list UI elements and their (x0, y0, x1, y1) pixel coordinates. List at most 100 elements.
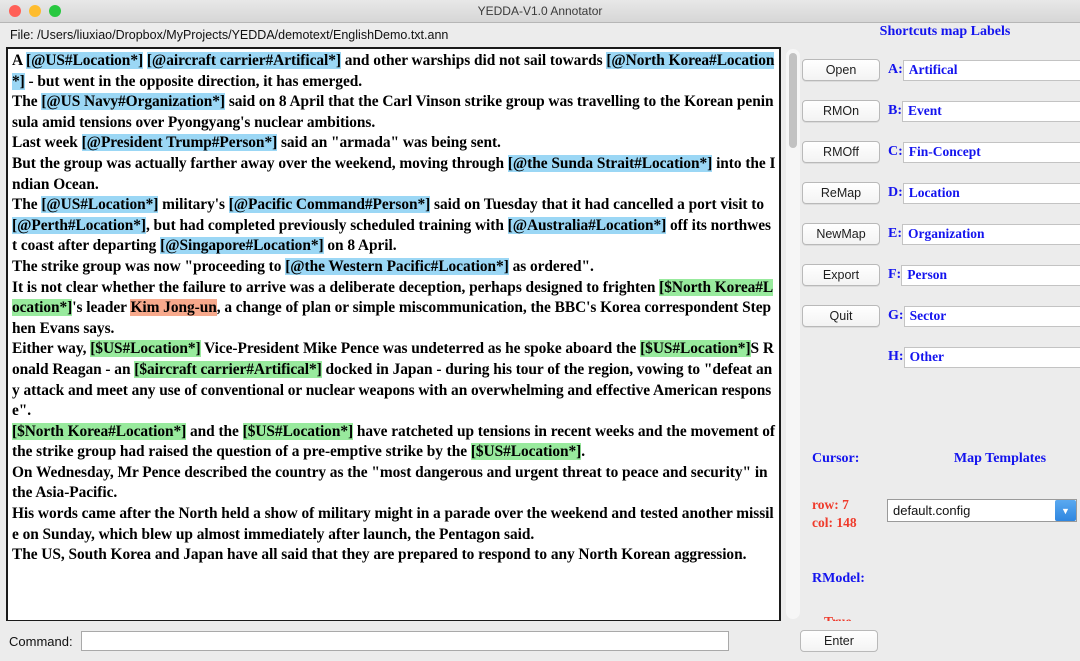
label-field-organization[interactable] (902, 224, 1080, 245)
plain-text-run: A (12, 52, 26, 69)
plain-text-run: It is not clear whether the failure to a… (12, 279, 659, 296)
annotated-span-blue[interactable]: [@Australia#Location*] (508, 217, 667, 234)
plain-text-run: The US, South Korea and Japan have all s… (12, 546, 746, 563)
shortcut-key-f: F: (888, 267, 901, 283)
command-label: Command: (9, 634, 73, 649)
plain-text-run: Last week (12, 134, 82, 151)
enter-button[interactable]: Enter (800, 630, 878, 652)
plain-text-run: The strike group was now "proceeding to (12, 258, 285, 275)
plain-text-run: His words came after the North held a sh… (12, 505, 774, 543)
map-template-select[interactable]: default.config ▼ (887, 499, 1077, 522)
label-shortcut-row: B: (888, 100, 1078, 122)
annotated-span-blue[interactable]: [@Singapore#Location*] (160, 237, 323, 254)
label-field-fin-concept[interactable] (903, 142, 1080, 163)
rmodel-heading: RModel: (812, 571, 865, 587)
annotated-text-content[interactable]: A [@US#Location*] [@aircraft carrier#Art… (8, 49, 779, 566)
shortcut-key-d: D: (888, 185, 903, 201)
window-titlebar: YEDDA-V1.0 Annotator (0, 0, 1080, 23)
plain-text-run: - but went in the opposite direction, it… (25, 73, 362, 90)
shortcut-key-g: G: (888, 308, 904, 324)
button-open[interactable]: Open (802, 59, 880, 81)
label-shortcut-row: E: (888, 223, 1078, 245)
annotated-span-blue[interactable]: [@US#Location*] (41, 196, 158, 213)
annotation-text-pane[interactable]: A [@US#Location*] [@aircraft carrier#Art… (6, 47, 781, 622)
plain-text-run: military's (158, 196, 228, 213)
shortcuts-map-labels-heading: Shortcuts map Labels (820, 24, 1070, 40)
label-shortcut-row: H: (888, 346, 1078, 368)
command-input[interactable] (81, 631, 729, 651)
annotated-span-blue[interactable]: [@President Trump#Person*] (82, 134, 278, 151)
button-quit[interactable]: Quit (802, 305, 880, 327)
minimize-button-icon[interactable] (29, 5, 41, 17)
label-field-sector[interactable] (904, 306, 1080, 327)
plain-text-run: said on Tuesday that it had cancelled a … (430, 196, 768, 213)
plain-text-run: Either way, (12, 340, 90, 357)
label-field-artifical[interactable] (903, 60, 1080, 81)
label-shortcut-row: D: (888, 182, 1078, 204)
button-remap[interactable]: ReMap (802, 182, 880, 204)
annotated-span-blue[interactable]: [@the Sunda Strait#Location*] (508, 155, 712, 172)
file-path-label: File: /Users/liuxiao/Dropbox/MyProjects/… (10, 28, 448, 42)
plain-text-run: On Wednesday, Mr Pence described the cou… (12, 464, 771, 502)
yedda-annotator-window: YEDDA-V1.0 Annotator File: /Users/liuxia… (0, 0, 1080, 661)
plain-text-run: said an "armada" was being sent. (277, 134, 501, 151)
right-control-panel: Open RMOn RMOff ReMap NewMap Export Quit A: B: C… (802, 47, 1080, 610)
shortcut-key-c: C: (888, 144, 903, 160)
label-field-event[interactable] (902, 101, 1080, 122)
plain-text-run: The (12, 196, 41, 213)
plain-text-run: on 8 April. (324, 237, 397, 254)
button-newmap[interactable]: NewMap (802, 223, 880, 245)
plain-text-run: and other warships did not sail towards (341, 52, 606, 69)
label-field-person[interactable] (901, 265, 1080, 286)
annotated-span-green[interactable]: [$US#Location*] (90, 340, 200, 357)
button-rmon[interactable]: RMOn (802, 100, 880, 122)
chevron-down-icon[interactable]: ▼ (1055, 500, 1076, 521)
annotated-span-blue[interactable]: [@the Western Pacific#Location*] (285, 258, 509, 275)
annotated-span-green[interactable]: [$US#Location*] (640, 340, 750, 357)
file-path-bar: File: /Users/liuxiao/Dropbox/MyProjects/… (0, 23, 1080, 47)
annotated-span-green[interactable]: [$North Korea#Location*] (12, 423, 186, 440)
shortcut-key-h: H: (888, 349, 904, 365)
cursor-col-value: col: 148 (812, 514, 857, 532)
plain-text-run: The (12, 93, 41, 110)
text-vertical-scrollbar[interactable] (786, 49, 800, 619)
annotated-span-blue[interactable]: [@US Navy#Organization*] (41, 93, 225, 110)
annotated-span-blue[interactable]: [@aircraft carrier#Artifical*] (147, 52, 341, 69)
shortcut-key-b: B: (888, 103, 902, 119)
cursor-position-readout: row: 7 col: 148 (812, 496, 857, 532)
annotated-span-blue[interactable]: [@US#Location*] (26, 52, 143, 69)
close-button-icon[interactable] (9, 5, 21, 17)
shortcut-key-a: A: (888, 62, 903, 78)
label-shortcut-row: C: (888, 141, 1078, 163)
plain-text-run: Vice-President Mike Pence was undeterred… (201, 340, 640, 357)
map-template-selected-value: default.config (888, 503, 1055, 518)
zoom-button-icon[interactable] (49, 5, 61, 17)
action-button-column: Open RMOn RMOff ReMap NewMap Export Quit (802, 59, 882, 346)
main-body: A [@US#Location*] [@aircraft carrier#Art… (0, 47, 1080, 610)
annotated-span-blue[interactable]: [@Perth#Location*] (12, 217, 146, 234)
button-rmoff[interactable]: RMOff (802, 141, 880, 163)
plain-text-run: , but had completed previously scheduled… (146, 217, 508, 234)
plain-text-run: . (581, 443, 585, 460)
label-field-other[interactable] (904, 347, 1080, 368)
plain-text-run: But the group was actually farther away … (12, 155, 508, 172)
plain-text-run: 's leader (72, 299, 130, 316)
map-templates-heading: Map Templates (920, 451, 1080, 467)
annotated-span-sel[interactable]: Kim Jong-un (130, 299, 216, 316)
plain-text-run: and the (186, 423, 242, 440)
label-shortcut-row: A: (888, 59, 1078, 81)
label-field-location[interactable] (903, 183, 1080, 204)
cursor-heading: Cursor: (812, 451, 859, 467)
traffic-light-group (9, 5, 61, 17)
label-shortcut-row: G: (888, 305, 1078, 327)
label-shortcut-row: F: (888, 264, 1078, 286)
label-shortcut-column: A: B: C: D: E: F: G: H: (888, 59, 1078, 387)
annotated-span-green[interactable]: [$US#Location*] (471, 443, 581, 460)
command-bar: Command: Enter (0, 621, 1080, 661)
plain-text-run: as ordered". (509, 258, 594, 275)
annotated-span-green[interactable]: [$aircraft carrier#Artifical*] (134, 361, 322, 378)
scrollbar-thumb[interactable] (789, 53, 797, 148)
annotated-span-blue[interactable]: [@Pacific Command#Person*] (229, 196, 431, 213)
annotated-span-green[interactable]: [$US#Location*] (243, 423, 353, 440)
button-export[interactable]: Export (802, 264, 880, 286)
